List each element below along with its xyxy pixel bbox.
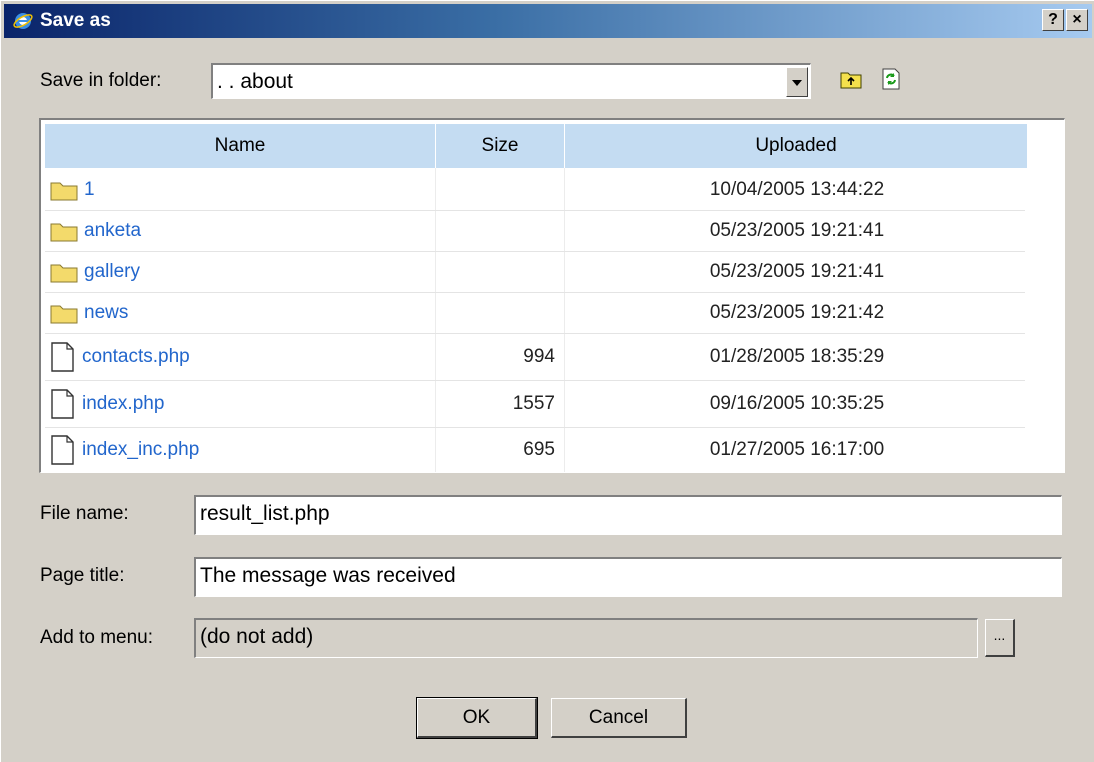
page-title-value: The message was received — [200, 564, 456, 587]
file-name[interactable]: gallery — [84, 261, 140, 283]
file-uploaded: 01/27/2005 16:17:00 — [709, 439, 885, 460]
add-to-menu-label: Add to menu: — [40, 627, 154, 648]
file-row[interactable]: 1 10/04/2005 13:44:22 — [45, 170, 1025, 211]
file-uploaded: 05/23/2005 19:21:41 — [709, 220, 885, 241]
file-row[interactable]: contacts.php 994 01/28/2005 18:35:29 — [45, 334, 1025, 381]
document-icon — [51, 389, 74, 419]
folder-icon — [50, 182, 78, 201]
menu-browse-button[interactable]: ... — [985, 619, 1015, 657]
save-in-folder-select[interactable]: . . about — [211, 63, 811, 99]
folder-icon — [50, 305, 78, 324]
column-header-name[interactable]: Name — [45, 124, 435, 168]
file-size — [435, 170, 555, 210]
file-size: 695 — [523, 439, 555, 460]
page-title-label: Page title: — [40, 565, 125, 586]
file-name[interactable]: 1 — [84, 179, 95, 201]
file-uploaded: 05/23/2005 19:21:41 — [709, 261, 885, 282]
file-name[interactable]: news — [84, 302, 128, 324]
file-uploaded: 10/04/2005 13:44:22 — [709, 179, 885, 200]
file-size — [435, 252, 555, 292]
document-icon — [51, 342, 74, 372]
dialog-title: Save as — [40, 10, 111, 31]
refresh-icon[interactable] — [879, 67, 903, 91]
folder-icon — [50, 264, 78, 283]
file-row[interactable]: index_inc.php 695 01/27/2005 16:17:00 — [45, 428, 1025, 472]
file-row[interactable]: index.php 1557 09/16/2005 10:35:25 — [45, 381, 1025, 428]
file-name-value: result_list.php — [200, 502, 330, 525]
file-uploaded: 09/16/2005 10:35:25 — [709, 393, 885, 414]
save-in-folder-value: . . about — [217, 70, 293, 93]
file-row[interactable]: gallery 05/23/2005 19:21:41 — [45, 252, 1025, 293]
save-in-folder-label: Save in folder: — [40, 70, 162, 91]
ok-button[interactable]: OK — [416, 697, 538, 739]
title-bar: Save as ? × — [4, 4, 1092, 38]
document-icon — [51, 435, 74, 465]
file-name[interactable]: index_inc.php — [82, 439, 199, 461]
close-button[interactable]: × — [1066, 9, 1088, 31]
cancel-button[interactable]: Cancel — [551, 698, 687, 738]
folder-up-icon[interactable] — [839, 67, 863, 91]
file-name[interactable]: anketa — [84, 220, 141, 242]
file-name[interactable]: index.php — [82, 393, 164, 415]
page-title-field[interactable]: The message was received — [194, 557, 1062, 597]
add-to-menu-value: (do not add) — [200, 625, 314, 648]
file-name-field[interactable]: result_list.php — [194, 495, 1062, 535]
file-list[interactable]: Name Size Uploaded 1 10/04/2005 13:44:22… — [39, 118, 1065, 473]
file-size — [435, 293, 555, 333]
internet-explorer-icon — [13, 13, 33, 29]
column-header-uploaded[interactable]: Uploaded — [565, 124, 1027, 168]
file-row[interactable]: news 05/23/2005 19:21:42 — [45, 293, 1025, 334]
file-uploaded: 01/28/2005 18:35:29 — [709, 346, 885, 367]
help-button[interactable]: ? — [1042, 9, 1064, 31]
file-name[interactable]: contacts.php — [82, 346, 190, 368]
file-size: 994 — [523, 346, 555, 367]
file-size — [435, 211, 555, 251]
add-to-menu-field[interactable]: (do not add) — [194, 618, 978, 658]
file-name-label: File name: — [40, 503, 129, 524]
folder-icon — [50, 223, 78, 242]
chevron-down-icon[interactable] — [786, 67, 808, 97]
file-uploaded: 05/23/2005 19:21:42 — [709, 302, 885, 323]
file-size: 1557 — [512, 393, 555, 414]
column-header-size[interactable]: Size — [436, 124, 564, 168]
save-as-dialog: Save as ? × Save in folder: . . about Na… — [0, 0, 1094, 762]
file-row[interactable]: anketa 05/23/2005 19:21:41 — [45, 211, 1025, 252]
